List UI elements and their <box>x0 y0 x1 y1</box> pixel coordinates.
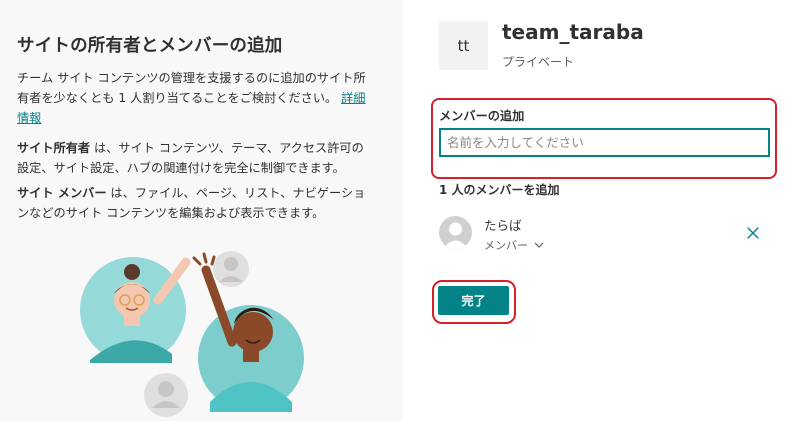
member-count-label: 1 人のメンバーを追加 <box>439 183 560 197</box>
info-panel: サイトの所有者とメンバーの追加 チーム サイト コンテンツの管理を支援するのに追… <box>0 0 403 421</box>
member-role-dropdown[interactable]: メンバー <box>484 237 544 253</box>
member-avatar <box>439 216 472 249</box>
site-avatar: tt <box>439 21 488 70</box>
placeholder-avatar-bottom-icon <box>144 373 188 417</box>
member-description: サイト メンバー は、ファイル、ページ、リスト、ナビゲーションなどのサイト コン… <box>17 183 373 223</box>
placeholder-avatar-top-icon <box>213 251 249 287</box>
woman-figure <box>80 257 191 363</box>
chevron-down-icon <box>534 242 544 248</box>
member-name-input[interactable] <box>439 128 770 157</box>
site-name: team_taraba <box>502 20 644 44</box>
site-privacy: プライベート <box>502 55 575 69</box>
done-button[interactable]: 完了 <box>438 286 509 315</box>
member-term: サイト メンバー <box>17 186 107 200</box>
person-icon <box>443 222 468 249</box>
owner-description: サイト所有者 は、サイト コンテンツ、テーマ、アクセス許可の設定、サイト設定、ハ… <box>17 138 373 178</box>
people-illustration <box>80 251 304 417</box>
member-role-label: メンバー <box>484 239 528 252</box>
member-name: たらば <box>484 218 522 233</box>
add-member-label: メンバーの追加 <box>439 109 525 123</box>
panel-title: サイトの所有者とメンバーの追加 <box>17 36 283 56</box>
intro-text: チーム サイト コンテンツの管理を支援するのに追加のサイト所有者を少なくとも 1… <box>17 68 373 128</box>
man-figure <box>192 252 304 412</box>
remove-member-icon[interactable] <box>746 226 760 240</box>
intro-body: チーム サイト コンテンツの管理を支援するのに追加のサイト所有者を少なくとも 1… <box>17 71 366 105</box>
owner-term: サイト所有者 <box>17 141 91 155</box>
